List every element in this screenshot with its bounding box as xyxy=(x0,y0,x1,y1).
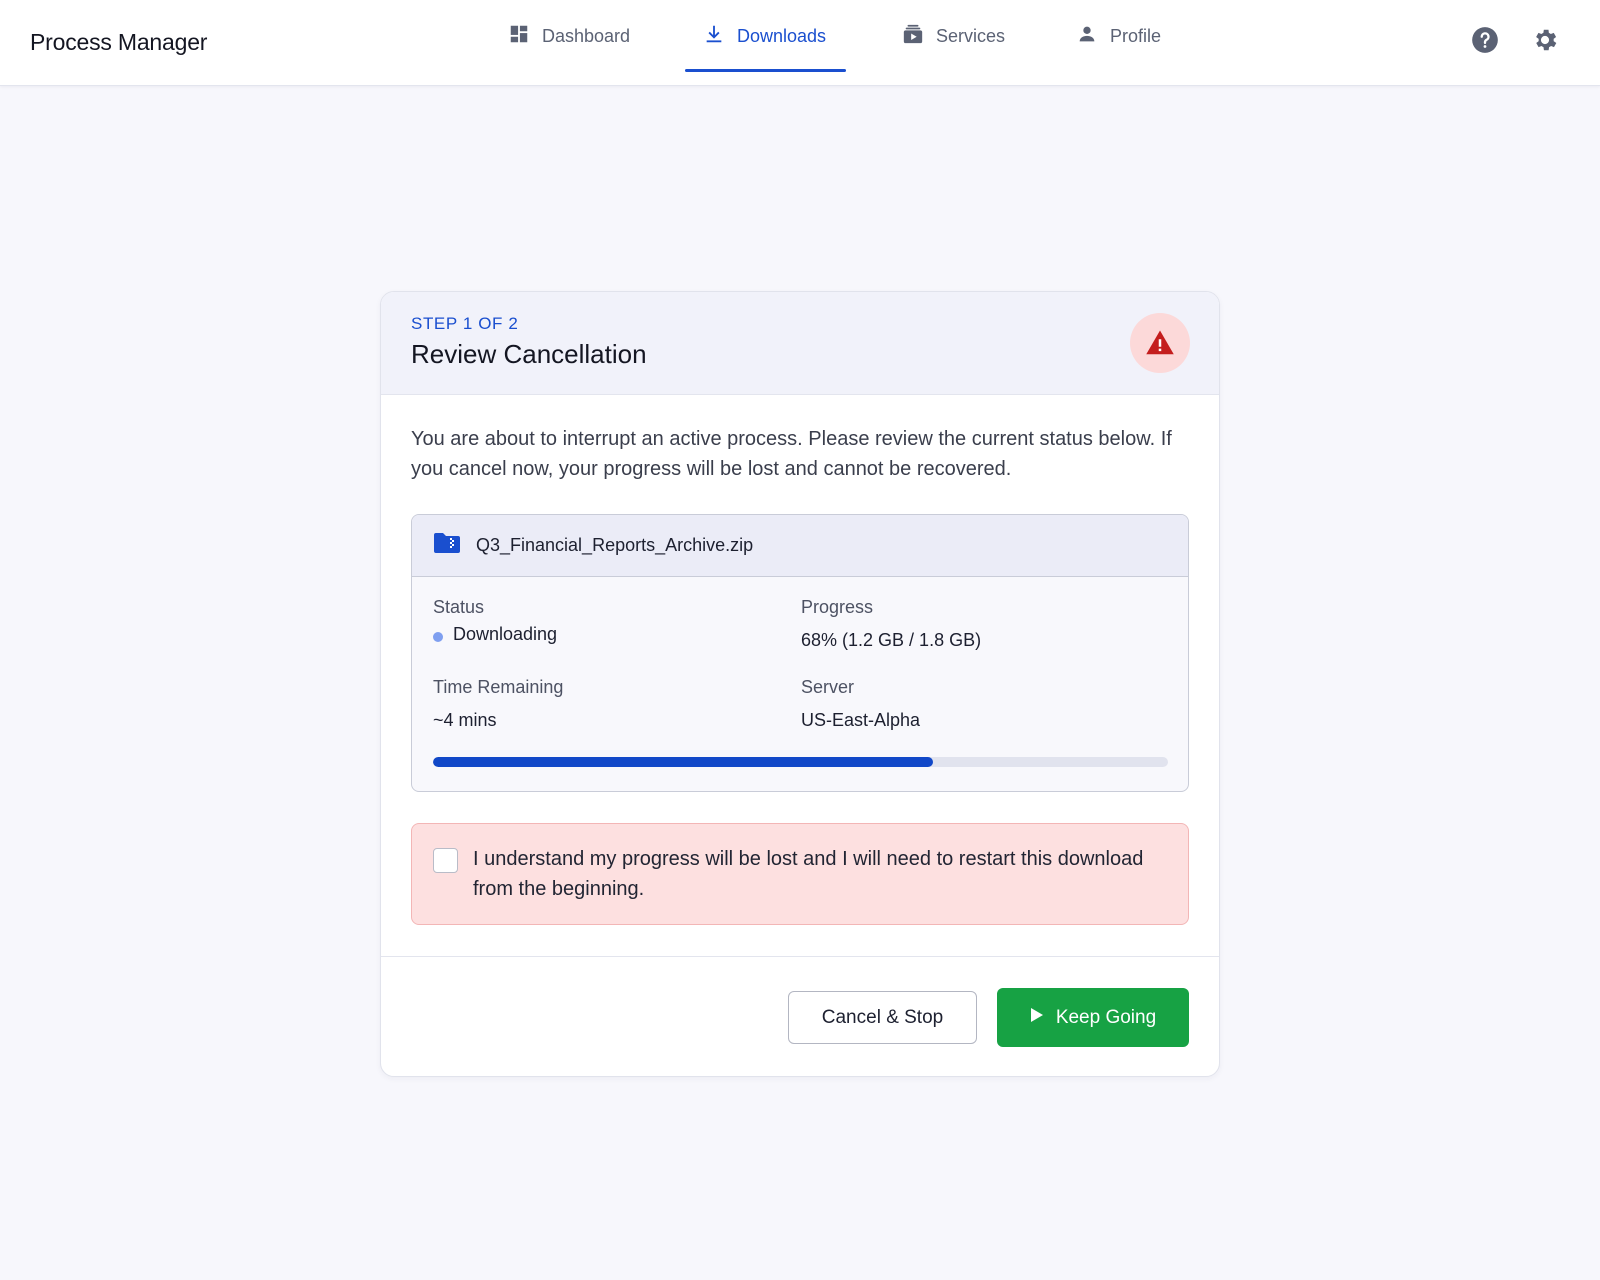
download-status-panel: Q3_Financial_Reports_Archive.zip Status … xyxy=(411,514,1189,792)
server-value: US-East-Alpha xyxy=(801,710,921,730)
dialog-footer: Cancel & Stop Keep Going xyxy=(381,956,1219,1076)
acknowledge-checkbox[interactable] xyxy=(433,848,458,873)
step-indicator: STEP 1 OF 2 xyxy=(411,314,519,333)
cancel-stop-button[interactable]: Cancel & Stop xyxy=(788,991,977,1044)
tab-downloads-label: Downloads xyxy=(737,25,827,46)
tab-services[interactable]: Services xyxy=(902,0,1005,72)
top-navigation-bar: Process Manager Dashboard Downloads Serv… xyxy=(0,0,1600,86)
file-header: Q3_Financial_Reports_Archive.zip xyxy=(412,515,1188,577)
time-remaining-label: Time Remaining xyxy=(433,677,564,697)
person-icon xyxy=(1076,23,1098,50)
tab-services-label: Services xyxy=(936,25,1006,46)
status-value: Downloading xyxy=(453,624,558,644)
dialog-title: Review Cancellation xyxy=(411,339,647,369)
cancellation-dialog: STEP 1 OF 2 Review Cancellation You are … xyxy=(380,291,1220,1077)
keep-going-label: Keep Going xyxy=(1055,1006,1157,1028)
tab-dashboard[interactable]: Dashboard xyxy=(508,0,630,72)
progress-bar xyxy=(433,757,1168,767)
tab-dashboard-label: Dashboard xyxy=(542,25,631,46)
server-label: Server xyxy=(801,677,855,697)
acknowledge-text: I understand my progress will be lost an… xyxy=(473,848,1144,900)
keep-going-button[interactable]: Keep Going xyxy=(997,988,1189,1047)
acknowledge-warning-box: I understand my progress will be lost an… xyxy=(411,823,1189,925)
help-icon[interactable] xyxy=(1471,26,1499,54)
status-label: Status xyxy=(433,597,485,617)
tab-downloads[interactable]: Downloads xyxy=(685,0,846,72)
file-name: Q3_Financial_Reports_Archive.zip xyxy=(476,535,754,555)
tab-profile[interactable]: Profile xyxy=(1076,0,1161,72)
time-remaining-value: ~4 mins xyxy=(433,710,497,730)
dashboard-icon xyxy=(508,23,530,50)
services-icon xyxy=(902,23,924,50)
dialog-header: STEP 1 OF 2 Review Cancellation xyxy=(381,292,1219,395)
app-title: Process Manager xyxy=(30,29,208,55)
progress-bar-fill xyxy=(433,757,933,767)
zip-folder-icon xyxy=(434,532,460,559)
dialog-intro-text: You are about to interrupt an active pro… xyxy=(411,428,1172,480)
warning-icon xyxy=(1146,330,1174,355)
gear-icon[interactable] xyxy=(1531,26,1559,54)
status-indicator-dot xyxy=(433,632,443,642)
progress-label: Progress xyxy=(801,597,874,617)
cancel-stop-label: Cancel & Stop xyxy=(821,1006,944,1028)
play-icon xyxy=(1030,1007,1044,1029)
warning-badge xyxy=(1130,313,1190,373)
progress-value: 68% (1.2 GB / 1.8 GB) xyxy=(801,630,982,650)
download-icon xyxy=(703,23,725,50)
tab-profile-label: Profile xyxy=(1110,25,1162,46)
